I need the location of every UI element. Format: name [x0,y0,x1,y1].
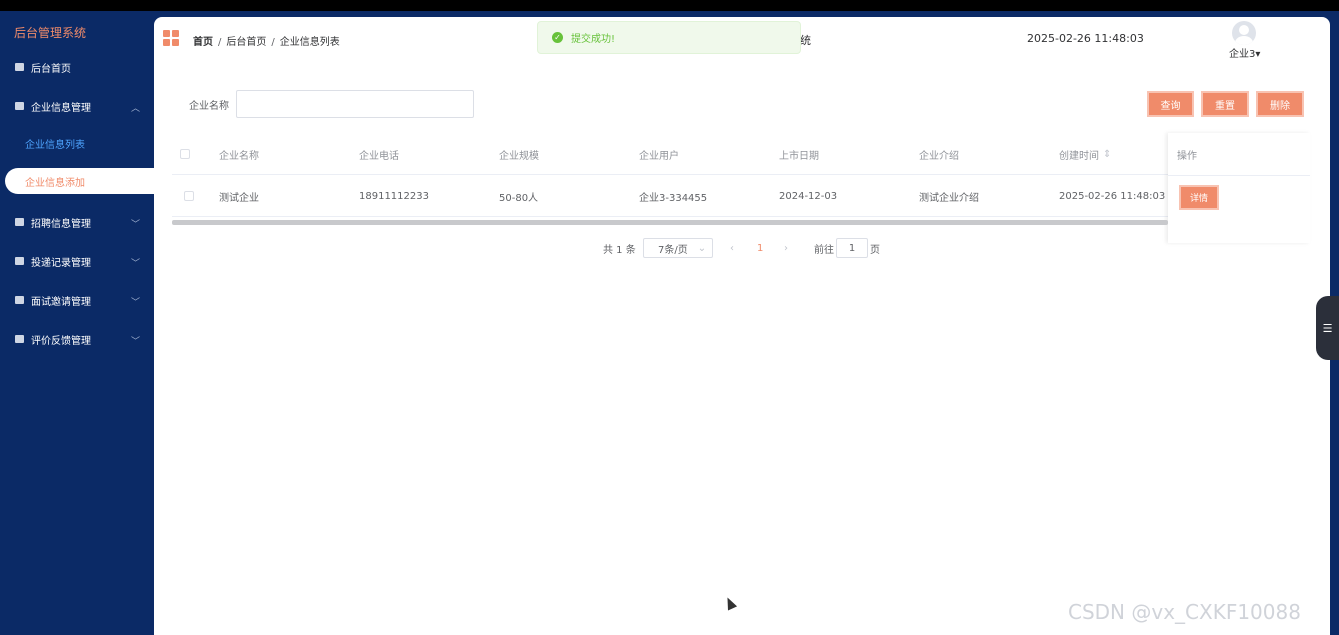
sidebar-item-label: 评价反馈管理 [31,335,91,347]
sidebar-item-label: 面试邀请管理 [31,296,91,308]
page-unit-label: 页 [870,244,880,256]
sidebar-item-company-list[interactable]: 企业信息列表 [0,130,154,156]
chart-icon [15,257,24,265]
goto-page-input[interactable]: 1 [836,238,868,258]
horizontal-scrollbar[interactable] [172,220,1168,225]
chart-icon [15,335,24,343]
column-header: 操作 [1177,150,1197,162]
table-cell: 测试企业介绍 [919,192,979,204]
page-size-select[interactable]: 7条/页 ⌄ [643,238,713,258]
chart-icon [15,296,24,304]
table-row: 测试企业 18911112233 50-80人 企业3-334455 2024-… [172,175,1310,217]
query-button[interactable]: 查询 [1147,91,1194,117]
avatar[interactable] [1232,21,1256,45]
sidebar-group-applications[interactable]: 投递记录管理 ﹀ [0,247,154,275]
watermark: CSDN @vx_CXKF10088 [1068,600,1301,624]
search-label: 企业名称 [189,101,229,112]
sidebar-item-label: 招聘信息管理 [31,218,91,230]
current-datetime: 2025-02-26 11:48:03 [1027,32,1144,45]
column-header: 企业电话 [359,150,399,162]
sidebar-item-company-add[interactable]: 企业信息添加 [5,168,154,194]
prev-page-icon[interactable]: ‹ [730,238,734,258]
table-cell: 2024-12-03 [779,190,838,202]
page-number[interactable]: 1 [757,238,763,258]
user-name: 企业3 [1229,49,1256,60]
check-circle-icon: ✓ [552,32,563,43]
chart-icon [15,218,24,226]
sort-icon: ⇕ [1103,148,1112,160]
table-header: 企业名称 企业电话 企业规模 企业用户 上市日期 企业介绍 创建时间 ⇕ [172,133,1310,175]
sidebar-group-interviews[interactable]: 面试邀请管理 ﹀ [0,286,154,314]
chevron-up-icon: ︿ [130,104,140,114]
breadcrumb: 首页 / 后台首页 / 企业信息列表 [193,37,340,48]
monitor-icon [15,63,24,71]
sidebar-item-label: 后台首页 [31,63,71,75]
success-toast: ✓ 提交成功! [537,21,801,54]
breadcrumb-dashboard[interactable]: 后台首页 [226,37,266,48]
menu-grid-icon[interactable] [163,30,179,46]
column-header-label: 创建时间 [1059,150,1099,162]
settings-drawer-handle[interactable]: ☰ [1316,296,1339,360]
table-cell: 企业3-334455 [639,192,708,204]
sidebar: 后台管理系统 后台首页 企业信息管理 ︿ 企业信息列表 企业信息添加 招聘信息管… [0,11,154,635]
sidebar-item-label: 投递记录管理 [31,257,91,269]
table-cell: 2025-02-26 11:48:03 [1059,190,1166,202]
sidebar-group-company[interactable]: 企业信息管理 ︿ [0,92,154,120]
list-icon: ☰ [1322,321,1333,335]
sidebar-item-label: 企业信息管理 [31,102,91,114]
detail-button[interactable]: 详情 [1179,184,1220,210]
reset-button[interactable]: 重置 [1201,91,1249,117]
breadcrumb-home[interactable]: 首页 [193,37,213,48]
pagination-total: 共 1 条 [603,244,636,256]
user-menu[interactable]: 企业3▾ [1229,45,1260,60]
table-cell: 测试企业 [219,192,259,204]
column-header-sortable[interactable]: 创建时间 ⇕ [1059,133,1111,175]
column-header: 企业用户 [639,150,679,162]
column-header: 企业规模 [499,150,539,162]
chevron-down-icon: ﹀ [130,220,140,230]
table-cell: 18911112233 [359,190,429,202]
goto-label: 前往 [814,244,834,256]
delete-button[interactable]: 删除 [1256,91,1304,117]
sidebar-group-feedback[interactable]: 评价反馈管理 ﹀ [0,325,154,353]
toast-message: 提交成功! [571,34,616,45]
chevron-down-icon: ﹀ [130,259,140,269]
next-page-icon[interactable]: › [784,238,788,258]
chevron-down-icon: ⌄ [697,242,707,254]
select-all-checkbox[interactable] [180,149,190,159]
row-checkbox[interactable] [184,191,194,201]
chevron-down-icon: ﹀ [130,298,140,308]
sidebar-group-jobs[interactable]: 招聘信息管理 ﹀ [0,208,154,236]
breadcrumb-current: 企业信息列表 [279,37,340,48]
chart-icon [15,102,24,110]
page-size-value: 7条/页 [658,244,688,256]
table-cell: 50-80人 [499,192,539,204]
column-header: 上市日期 [779,150,819,162]
chevron-down-icon: ﹀ [130,337,140,347]
column-header: 企业名称 [219,150,259,162]
data-table: 企业名称 企业电话 企业规模 企业用户 上市日期 企业介绍 创建时间 ⇕ 测试企业… [172,133,1310,243]
top-strip [0,0,1339,11]
caret-down-icon: ▾ [1255,49,1261,60]
fixed-action-column: 操作 详情 [1168,133,1310,243]
column-header: 企业介绍 [919,150,959,162]
main-panel: 首页 / 后台首页 / 企业信息列表 统 2025-02-26 11:48:03 企业3… [154,17,1330,635]
sidebar-item-home[interactable]: 后台首页 [0,53,154,81]
app-title: 后台管理系统 [14,26,87,40]
system-title: 统 [800,34,811,47]
company-name-input[interactable] [236,90,474,118]
